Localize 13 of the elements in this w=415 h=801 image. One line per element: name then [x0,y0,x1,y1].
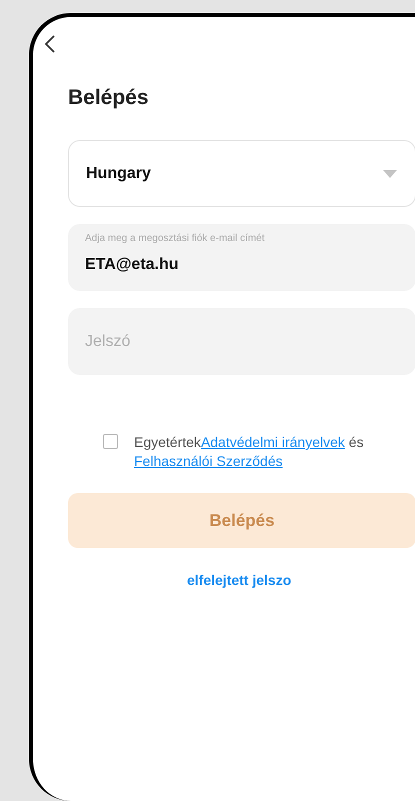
back-icon[interactable] [44,34,56,54]
user-agreement-link[interactable]: Felhasználói Szerződés [134,453,283,469]
privacy-policy-link[interactable]: Adatvédelmi irányelvek [200,434,345,450]
email-field[interactable]: Adja meg a megosztási fiók e-mail címét ETA@eta.hu [68,224,415,291]
password-field[interactable]: Jelszó [68,308,415,375]
country-dropdown[interactable]: Hungary [68,140,415,207]
email-input[interactable]: ETA@eta.hu [85,255,385,275]
page-title: Belépés [68,85,150,111]
field-label: Adja meg a megosztási fiók e-mail címét [85,232,266,246]
caret-icon [383,170,397,178]
forgot-password-link[interactable]: elfelejtett jelszo [187,572,292,588]
agreement-text: EgyetértekAdatvédelmi irányelvek és Felhasználói Szerződés [134,433,365,471]
agreement-checkbox[interactable] [103,434,118,449]
